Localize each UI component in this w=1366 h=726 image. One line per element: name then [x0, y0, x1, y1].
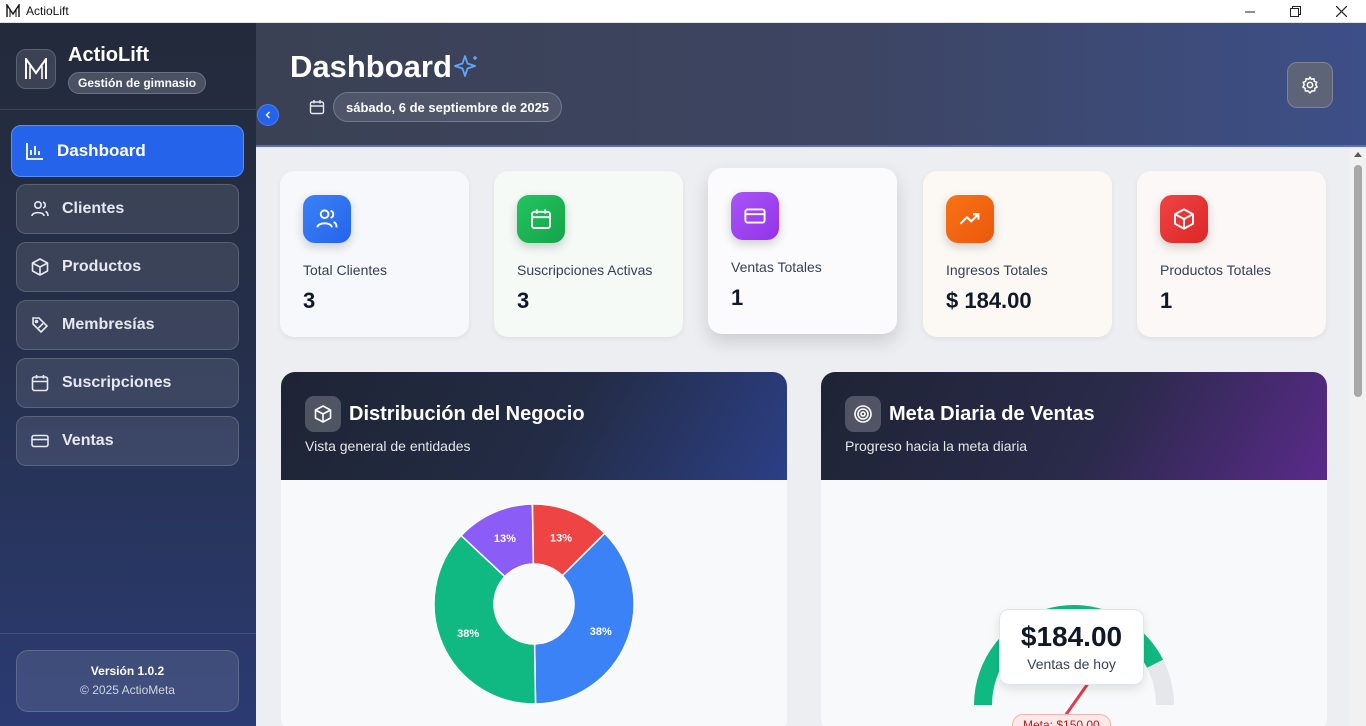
stat-value: 1 [731, 285, 744, 310]
sidebar: ActioLift Gestión de gimnasio Dashboard … [0, 23, 256, 726]
brand-subtitle-badge: Gestión de gimnasio [68, 72, 207, 94]
restore-icon [1289, 6, 1301, 17]
minimize-button[interactable] [1227, 0, 1273, 23]
stat-value: 3 [517, 288, 530, 313]
version-label: Versión 1.0.2 [90, 664, 165, 678]
panel-header: Meta Diaria de Ventas Progreso hacia la … [821, 372, 1327, 480]
brand-name: ActioLift [68, 44, 150, 66]
sparkle-icon [454, 55, 477, 77]
minimize-icon [1245, 11, 1255, 12]
sidebar-item-label: Productos [62, 258, 142, 275]
version-info: Versión 1.0.2 © 2025 ActioMeta [16, 650, 239, 712]
stat-label: Suscripciones Activas [517, 262, 653, 278]
page-header: Dashboard sábado, 6 de septiembre de 202… [256, 23, 1366, 147]
stat-card-productos-totales: Productos Totales 1 [1137, 171, 1326, 337]
panel-subtitle: Progreso hacia la meta diaria [845, 438, 1028, 454]
stat-value: 3 [303, 288, 316, 313]
sales-caption: Ventas de hoy [1027, 656, 1116, 672]
window-titlebar: ActioLift [0, 0, 1366, 23]
stat-label: Ventas Totales [731, 259, 822, 275]
brand-logo-icon [25, 58, 47, 79]
calendar-icon [30, 373, 50, 393]
sidebar-item-membresias[interactable]: Membresías [16, 300, 239, 350]
stat-label: Productos Totales [1160, 262, 1272, 278]
restore-button[interactable] [1272, 0, 1318, 23]
slice-label: 38% [590, 626, 612, 638]
close-icon [1335, 6, 1347, 17]
collapse-sidebar-button[interactable] [257, 104, 279, 126]
stat-card-ventas-totales: Ventas Totales 1 [708, 168, 897, 334]
badge-percent-icon [30, 315, 50, 335]
calendar-icon [309, 100, 325, 115]
sales-gauge [974, 605, 1174, 716]
panel-title: Meta Diaria de Ventas [889, 403, 1095, 425]
brand-logo [16, 49, 56, 89]
stat-label: Ingresos Totales [946, 262, 1048, 278]
sidebar-item-dashboard[interactable]: Dashboard [11, 125, 244, 177]
sidebar-item-label: Suscripciones [62, 374, 172, 391]
distribution-panel: Distribución del Negocio Vista general d… [281, 372, 787, 726]
sidebar-item-ventas[interactable]: Ventas [16, 416, 239, 466]
sidebar-item-clientes[interactable]: Clientes [16, 184, 239, 234]
calendar-icon [517, 195, 565, 243]
sidebar-item-label: Clientes [62, 200, 125, 217]
box-icon [305, 396, 341, 432]
divider [0, 109, 256, 110]
panel-title: Distribución del Negocio [349, 403, 585, 425]
stat-value: $ 184.00 [946, 288, 1032, 313]
distribution-donut-chart: 38% 38% 13% 13% [433, 503, 635, 705]
box-icon [30, 257, 50, 277]
goal-badge: Meta: $150.00 [1012, 714, 1111, 726]
sidebar-item-productos[interactable]: Productos [16, 242, 239, 292]
users-icon [303, 195, 351, 243]
scroll-up-arrow-icon[interactable] [1354, 152, 1362, 157]
sidebar-item-label: Dashboard [57, 141, 146, 160]
sidebar-item-suscripciones[interactable]: Suscripciones [16, 358, 239, 408]
slice-label: 13% [550, 532, 572, 544]
gauge-readout: $184.00 Ventas de hoy [999, 609, 1144, 685]
close-button[interactable] [1318, 0, 1364, 23]
chevron-left-icon [265, 111, 270, 119]
vertical-scrollbar[interactable] [1350, 149, 1366, 726]
sales-amount: $184.00 [1020, 621, 1123, 652]
slice-label: 13% [494, 533, 516, 545]
credit-card-icon [30, 431, 50, 451]
scrollbar-thumb[interactable] [1354, 165, 1362, 397]
settings-button[interactable] [1287, 62, 1333, 108]
stat-card-total-clientes: Total Clientes 3 [280, 171, 469, 337]
panel-header: Distribución del Negocio Vista general d… [281, 372, 787, 480]
bar-chart-icon [25, 141, 45, 161]
panel-subtitle: Vista general de entidades [305, 438, 471, 454]
stat-label: Total Clientes [303, 262, 388, 278]
box-icon [1160, 195, 1208, 243]
users-icon [30, 199, 50, 219]
trending-up-icon [946, 195, 994, 243]
stat-value: 1 [1160, 288, 1173, 313]
copyright-label: © 2025 ActioMeta [80, 683, 175, 697]
date-badge: sábado, 6 de septiembre de 2025 [333, 92, 563, 122]
daily-goal-panel: Meta Diaria de Ventas Progreso hacia la … [821, 372, 1327, 726]
main-content: Total Clientes 3 Suscripciones Activas 3… [256, 149, 1350, 726]
page-title: Dashboard [290, 49, 452, 84]
divider [0, 633, 256, 634]
app-logo-icon [6, 4, 20, 17]
sidebar-item-label: Ventas [62, 432, 114, 449]
stat-card-suscripciones-activas: Suscripciones Activas 3 [494, 171, 683, 337]
stat-card-ingresos-totales: Ingresos Totales $ 184.00 [923, 171, 1112, 337]
brand: ActioLift Gestión de gimnasio [16, 44, 207, 94]
slice-label: 38% [457, 628, 479, 640]
credit-card-icon [731, 192, 779, 240]
window-title: ActioLift [26, 4, 69, 18]
gear-icon [1302, 76, 1318, 94]
sidebar-item-label: Membresías [62, 316, 155, 333]
target-icon [845, 396, 881, 432]
